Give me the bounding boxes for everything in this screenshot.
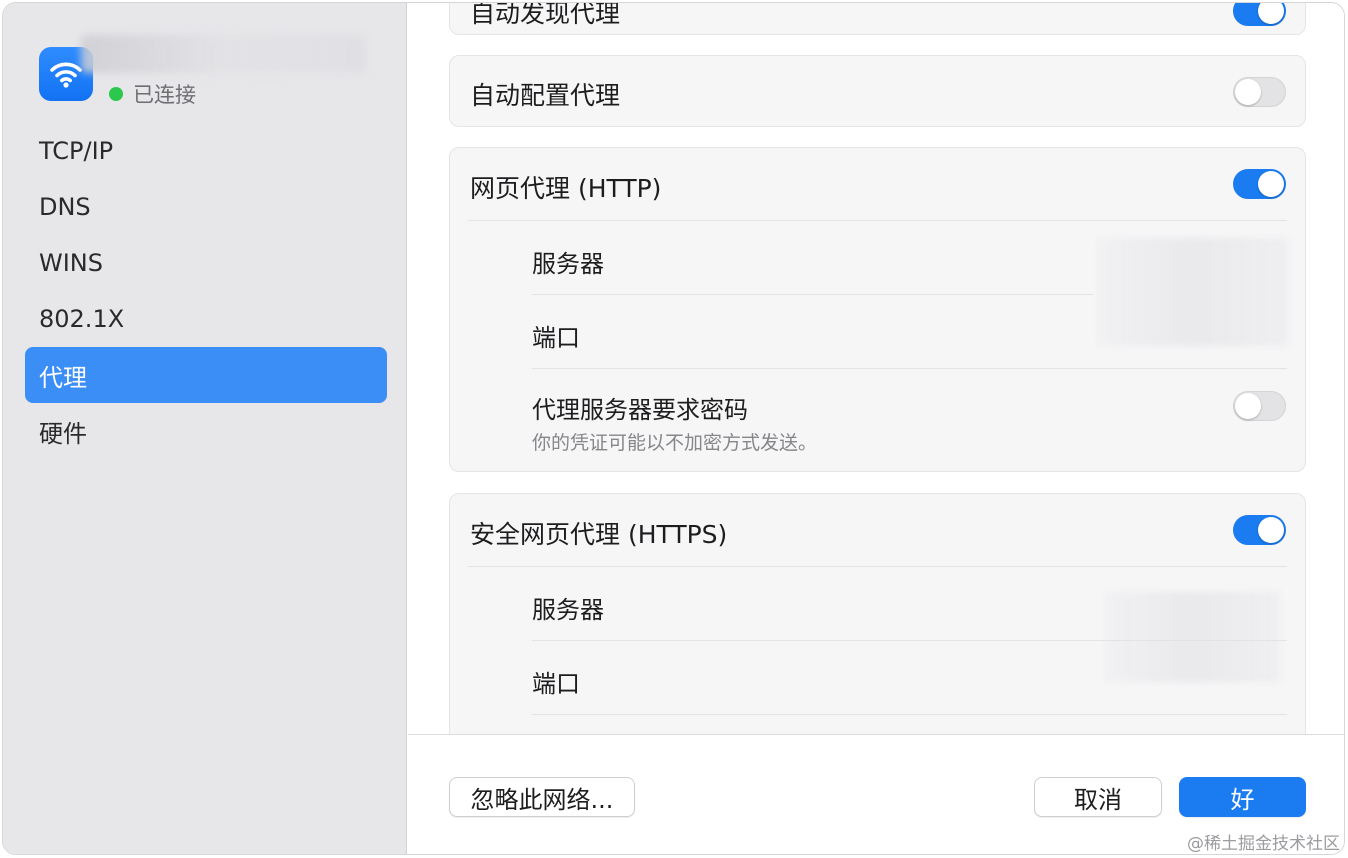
https-proxy-label: 安全网页代理 (HTTPS) xyxy=(470,520,728,549)
divider xyxy=(532,640,1287,641)
http-port-label: 端口 xyxy=(532,324,580,352)
sidebar-item-label: WINS xyxy=(39,249,103,277)
sidebar-item-proxies[interactable]: 代理 xyxy=(25,347,387,403)
divider xyxy=(532,368,1287,369)
watermark: @稀土掘金技术社区 xyxy=(1187,834,1340,854)
http-password-description: 你的凭证可能以不加密方式发送。 xyxy=(532,432,818,454)
https-proxy-toggle[interactable] xyxy=(1233,515,1286,545)
http-proxy-card: 网页代理 (HTTP) 服务器 端口 代理服务器要求密码 你的凭证可能以不加密方… xyxy=(449,147,1306,472)
sidebar-item-8021x[interactable]: 802.1X xyxy=(25,291,387,347)
auto-discover-label: 自动发现代理 xyxy=(470,3,621,28)
http-proxy-label: 网页代理 (HTTP) xyxy=(470,174,662,203)
auto-config-card: 自动配置代理 xyxy=(449,55,1306,127)
auto-discover-card: 自动发现代理 xyxy=(449,3,1306,35)
http-password-label: 代理服务器要求密码 xyxy=(532,396,748,424)
https-port-label: 端口 xyxy=(532,670,580,698)
http-proxy-toggle[interactable] xyxy=(1233,169,1286,199)
https-proxy-card: 安全网页代理 (HTTPS) 服务器 端口 xyxy=(449,493,1306,734)
sidebar-item-label: 802.1X xyxy=(39,305,125,333)
divider xyxy=(468,220,1287,221)
http-server-value-redacted[interactable] xyxy=(1098,238,1288,346)
cancel-button[interactable]: 取消 xyxy=(1034,777,1162,817)
connection-status: 已连接 xyxy=(109,79,196,109)
ignore-network-button[interactable]: 忽略此网络... xyxy=(449,777,635,817)
sidebar-item-label: 代理 xyxy=(39,363,87,392)
connected-dot-icon xyxy=(109,87,123,101)
sidebar-item-label: 硬件 xyxy=(39,419,87,448)
sidebar: 已连接 TCP/IP DNS WINS 802.1X 代理 硬件 xyxy=(3,3,407,854)
divider xyxy=(468,566,1287,567)
network-settings-window: 已连接 TCP/IP DNS WINS 802.1X 代理 硬件 自动发现代理 … xyxy=(2,2,1345,855)
sidebar-item-hardware[interactable]: 硬件 xyxy=(25,403,387,459)
http-password-toggle[interactable] xyxy=(1233,391,1286,421)
network-name-redacted xyxy=(81,35,366,73)
https-server-label: 服务器 xyxy=(532,596,604,624)
proxy-settings-panel: 自动发现代理 自动配置代理 网页代理 (HTTP) 服务器 端口 代理服务器要求… xyxy=(408,3,1344,734)
sidebar-item-dns[interactable]: DNS xyxy=(25,179,387,235)
sidebar-nav: TCP/IP DNS WINS 802.1X 代理 硬件 xyxy=(25,123,387,459)
https-server-value-redacted[interactable] xyxy=(1105,592,1280,682)
sidebar-item-wins[interactable]: WINS xyxy=(25,235,387,291)
ok-button[interactable]: 好 xyxy=(1179,777,1306,817)
sidebar-item-label: TCP/IP xyxy=(39,137,114,165)
divider xyxy=(532,294,1093,295)
sidebar-item-label: DNS xyxy=(39,193,91,221)
http-server-label: 服务器 xyxy=(532,250,604,278)
sidebar-item-tcpip[interactable]: TCP/IP xyxy=(25,123,387,179)
divider xyxy=(532,714,1287,715)
auto-config-label: 自动配置代理 xyxy=(470,81,621,110)
auto-discover-toggle[interactable] xyxy=(1233,3,1286,26)
status-text: 已连接 xyxy=(133,83,196,107)
auto-config-toggle[interactable] xyxy=(1233,77,1286,107)
